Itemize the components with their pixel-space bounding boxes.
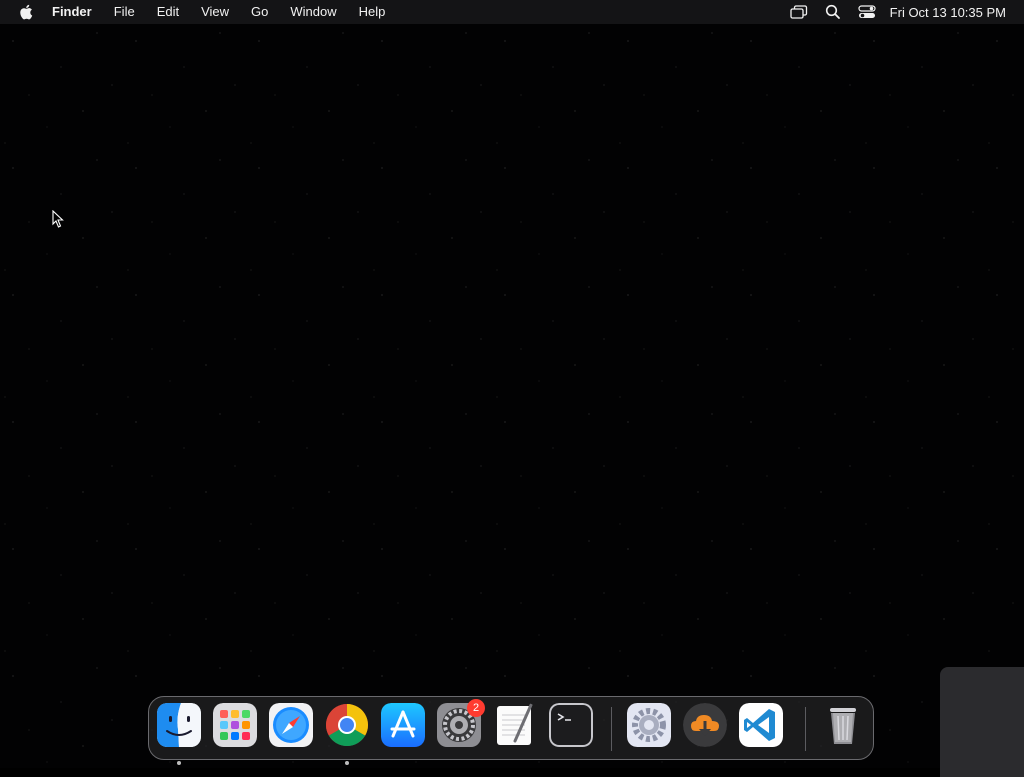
control-center-icon[interactable] — [850, 0, 884, 24]
dock-separator — [805, 707, 806, 751]
dock-separator — [611, 707, 612, 751]
menu-app-name[interactable]: Finder — [44, 0, 103, 24]
trash-icon — [821, 703, 865, 747]
menu-bar: Finder File Edit View Go Window Help Fri… — [0, 0, 1024, 24]
menu-edit[interactable]: Edit — [146, 0, 190, 24]
running-indicator — [177, 761, 181, 765]
vscode-icon — [739, 703, 783, 747]
cloud-download-icon — [683, 703, 727, 747]
dock-item-trash[interactable] — [821, 703, 865, 747]
spotlight-search-icon[interactable] — [816, 0, 850, 24]
dock-item-safari[interactable] — [269, 703, 313, 747]
partial-window-panel — [940, 667, 1024, 777]
menu-go[interactable]: Go — [240, 0, 279, 24]
dock-item-terminal[interactable] — [549, 703, 593, 747]
dock-item-app-store[interactable] — [381, 703, 425, 747]
finder-icon — [157, 703, 201, 747]
gear-app-icon — [627, 703, 671, 747]
chrome-icon — [325, 703, 369, 747]
launchpad-icon — [213, 703, 257, 747]
running-indicator — [345, 761, 349, 765]
dock-item-system-settings[interactable]: 2 — [437, 699, 485, 747]
dock-item-launchpad[interactable] — [213, 703, 257, 747]
mouse-pointer-icon — [52, 209, 64, 233]
safari-icon — [269, 703, 313, 747]
dock-item-chrome[interactable] — [325, 703, 369, 765]
terminal-icon — [549, 703, 593, 747]
desktop-background[interactable] — [0, 24, 1024, 768]
system-settings-icon: 2 — [437, 699, 485, 747]
menu-help[interactable]: Help — [348, 0, 397, 24]
menu-bar-clock[interactable]: Fri Oct 13 10:35 PM — [890, 5, 1006, 20]
dock-item-gear-app[interactable] — [627, 703, 671, 747]
screen-mirroring-icon[interactable] — [782, 0, 816, 24]
dock: 2 — [148, 696, 874, 765]
menu-file[interactable]: File — [103, 0, 146, 24]
menu-window[interactable]: Window — [279, 0, 347, 24]
dock-item-vscode[interactable] — [739, 703, 783, 747]
app-store-icon — [381, 703, 425, 747]
textedit-icon — [493, 703, 537, 747]
menu-view[interactable]: View — [190, 0, 240, 24]
dock-item-downloader[interactable] — [683, 703, 727, 747]
apple-menu-icon[interactable] — [8, 0, 44, 24]
dock-item-finder[interactable] — [157, 703, 201, 765]
notification-badge: 2 — [467, 699, 485, 717]
dock-item-textedit[interactable] — [493, 703, 537, 747]
